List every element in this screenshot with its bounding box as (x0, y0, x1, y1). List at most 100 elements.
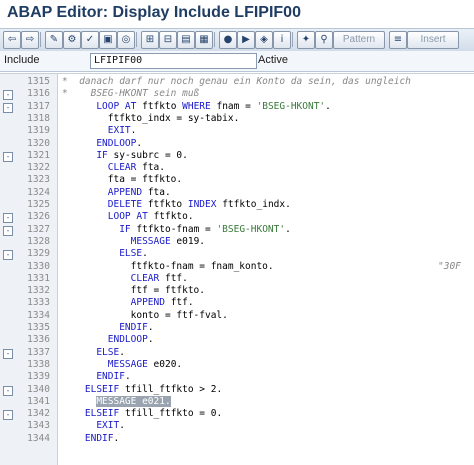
activate-icon[interactable]: ▣ (99, 31, 117, 49)
comment: * danach darf nur noch genau ein Konto d… (62, 76, 411, 87)
code-line[interactable]: 1330 ftfkto-fnam = fnam_konto. "30F (0, 261, 474, 273)
forward-icon[interactable]: ⇨ (21, 31, 39, 49)
code-text: ENDLOOP. (62, 138, 142, 150)
code-text: ftfkto_indx = sy-tabix. (62, 113, 240, 125)
debugging-icon[interactable]: ◈ (255, 31, 273, 49)
code-line[interactable]: 1333 APPEND ftf. (0, 297, 474, 309)
code-line[interactable]: 1341 MESSAGE e021. (0, 395, 474, 408)
fold-marker-icon[interactable]: - (3, 102, 13, 113)
line-number: 1323 (27, 174, 50, 186)
code-line[interactable]: 1328 MESSAGE e019. (0, 236, 474, 248)
insert-button[interactable]: Insert (407, 31, 459, 49)
code-text: APPEND fta. (62, 187, 171, 199)
code-editor[interactable]: 1315 * danach darf nur noch genau ein Kon… (0, 73, 474, 465)
display-object-icon[interactable]: ▦ (195, 31, 213, 49)
keyword: ELSE (119, 248, 143, 260)
fold-marker-icon[interactable]: - (3, 151, 13, 162)
help-icon[interactable]: i (273, 31, 291, 49)
line-number: 1329 (27, 248, 50, 260)
code-line[interactable]: - 1329 ELSE. (0, 248, 474, 261)
code-line[interactable]: 1320 ENDLOOP. (0, 138, 474, 150)
check-icon[interactable]: ✓ (81, 31, 99, 49)
code-token: tfill_ftfkto > 2. (119, 383, 223, 395)
code-text: EXIT. (62, 125, 137, 137)
code-text: CLEAR ftf. (62, 273, 188, 285)
line-number: 1322 (27, 162, 50, 174)
enhance-icon[interactable]: ✦ (297, 31, 315, 49)
keyword: ENDIF (119, 322, 148, 333)
code-line[interactable]: 1318 ftfkto_indx = sy-tabix. (0, 113, 474, 125)
object-list-icon[interactable]: ⊞ (141, 31, 159, 49)
pattern-button[interactable]: Pattern (333, 31, 385, 49)
code-line[interactable]: - 1337 ELSE. (0, 347, 474, 359)
code-text: fta = ftfkto. (62, 174, 182, 186)
keyword: LOOP AT (96, 100, 137, 112)
other-object-icon[interactable]: ⚙ (63, 31, 81, 49)
code-line[interactable]: 1323 fta = ftfkto. (0, 174, 474, 186)
code-text: APPEND ftf. (62, 297, 194, 309)
pretty-printer-icon[interactable]: ≡ (389, 31, 407, 49)
code-line[interactable]: 1331 CLEAR ftf. (0, 273, 474, 285)
where-used-icon[interactable]: ◎ (117, 31, 135, 49)
fold-marker-icon[interactable]: - (3, 410, 13, 421)
code-line[interactable]: 1338 MESSAGE e020. (0, 359, 474, 371)
code-line[interactable]: 1343 EXIT. (0, 420, 474, 432)
find-icon[interactable]: ⚲ (315, 31, 333, 49)
code-token: ftfkto-fnam = fnam_konto. (62, 260, 274, 272)
fold-marker-icon[interactable]: - (3, 385, 13, 396)
code-line[interactable]: 1336 ENDLOOP. (0, 334, 474, 346)
code-token: ftfkto (142, 199, 188, 210)
code-line[interactable]: 1319 EXIT. (0, 125, 474, 137)
code-line[interactable]: 1335 ENDIF. (0, 322, 474, 334)
code-line[interactable]: 1332 ftf = ftfkto. (0, 285, 474, 297)
code-line[interactable]: 1344 ENDIF. (0, 433, 474, 445)
line-number: 1337 (27, 346, 50, 358)
keyword: APPEND (130, 297, 165, 309)
fold-marker-icon[interactable]: - (3, 225, 13, 236)
code-line[interactable]: - 1340 ELSEIF tfill_ftfkto > 2. (0, 384, 474, 396)
code-line[interactable]: - 1327 IF ftfkto-fnam = 'BSEG-HKONT'. (0, 224, 474, 236)
line-number: 1315 (27, 76, 50, 87)
include-name-field[interactable]: LFIPIF00 (90, 53, 257, 69)
fold-marker-icon[interactable]: - (3, 90, 13, 101)
code-text: IF sy-subrc = 0. (62, 150, 188, 162)
navigation-window-icon[interactable]: ⊟ (159, 31, 177, 49)
test-icon[interactable]: ▶ (237, 31, 255, 49)
line-number: 1328 (27, 235, 50, 247)
hierarchy-icon[interactable]: ▤ (177, 31, 195, 49)
code-line[interactable]: 1322 CLEAR fta. (0, 162, 474, 174)
fold-marker-icon[interactable]: - (3, 250, 13, 261)
code-line[interactable]: 1315 * danach darf nur noch genau ein Kon… (0, 76, 474, 88)
code-line[interactable]: 1334 konto = ftf-fval. (0, 310, 474, 322)
fold-marker-icon[interactable]: - (3, 213, 13, 224)
breakpoint-icon[interactable]: ● (219, 31, 237, 49)
display-change-icon[interactable]: ✎ (45, 31, 63, 49)
line-number: 1342 (27, 408, 50, 420)
code-line[interactable]: - 1326 LOOP AT ftfkto. (0, 211, 474, 224)
code-token: ftf. (164, 297, 194, 309)
code-token: ftf. (159, 272, 188, 284)
line-number: 1319 (27, 125, 50, 137)
code-token: . (325, 100, 331, 112)
code-line[interactable]: - 1316 * BSEG-HKONT sein muß (0, 88, 474, 101)
line-number: 1332 (27, 285, 50, 297)
code-line[interactable]: - 1317 LOOP AT ftfkto WHERE fnam = 'BSEG-… (0, 101, 474, 113)
code-line[interactable]: 1324 APPEND fta. (0, 187, 474, 199)
fold-marker-icon[interactable]: - (3, 348, 13, 359)
code-line[interactable]: - 1342 ELSEIF tfill_ftfkto = 0. (0, 408, 474, 421)
code-line[interactable]: - 1321 IF sy-subrc = 0. (0, 150, 474, 162)
code-line[interactable]: 1325 DELETE ftfkto INDEX ftfkto_indx. (0, 199, 474, 211)
code-text: ENDLOOP. (62, 334, 154, 346)
code-text: LOOP AT ftfkto WHERE fnam = 'BSEG-HKONT'… (62, 101, 331, 113)
back-icon[interactable]: ⇦ (3, 31, 21, 49)
code-line[interactable]: 1339 ENDIF. (0, 371, 474, 383)
application-toolbar: ⇦ ⇨ ✎ ⚙ ✓ ▣ ◎ ⊞ ⊟ ▤ ▦ ● ▶ ◈ i ✦ ⚲ Patter… (0, 28, 474, 52)
code-text: IF ftfkto-fnam = 'BSEG-HKONT'. (62, 224, 291, 236)
keyword: INDEX (187, 199, 217, 210)
